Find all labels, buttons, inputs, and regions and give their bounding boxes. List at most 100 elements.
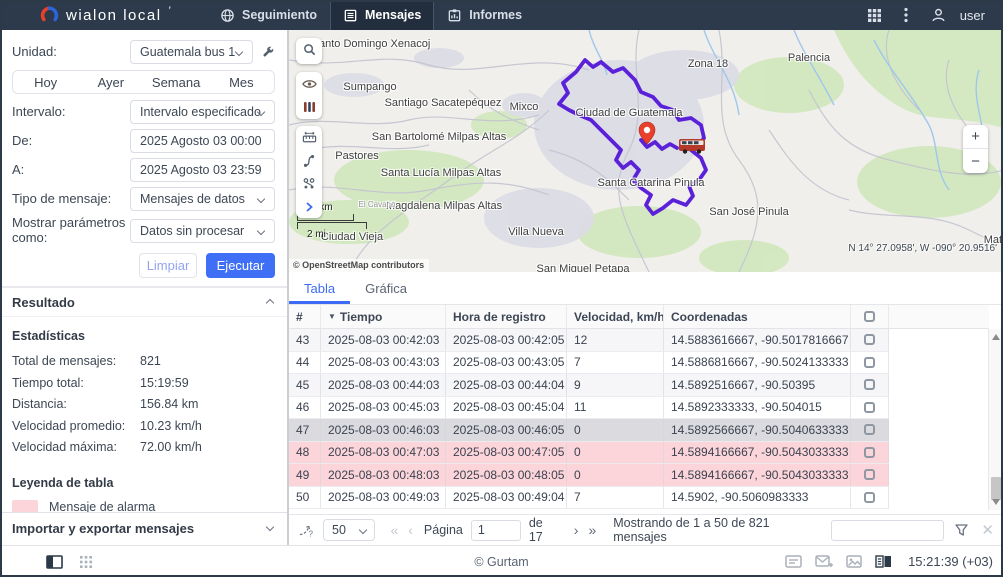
nav-tab-informes[interactable]: Informes [434, 0, 535, 30]
table-row[interactable]: 43 2025-08-03 00:42:03 2025-08-03 00:42:… [289, 329, 889, 352]
unit-select[interactable]: Guatemala bus 1 [130, 40, 253, 64]
result-section-header[interactable]: Resultado [0, 286, 287, 317]
params-value: Datos sin procesar [140, 224, 244, 238]
first-page-button[interactable]: « [385, 522, 403, 538]
nav-tab-seguimiento[interactable]: Seguimiento [207, 0, 330, 30]
split-view-icon[interactable] [875, 555, 892, 568]
collapse-panel-icon[interactable] [46, 555, 63, 569]
map-canvas[interactable]: Santo Domingo Xenacoj Zona 18 Palencia S… [288, 30, 1003, 272]
stat-row: Velocidad promedio: 10.23 km/h [12, 419, 275, 433]
map-place-label: Ciudad de Guatemala [575, 107, 682, 119]
from-datetime-input[interactable]: 2025 Agosto 03 00:00 [130, 129, 275, 153]
quick-range-button[interactable]: Mes [209, 71, 274, 93]
traffic-bars-icon[interactable] [296, 95, 322, 118]
media-image-icon[interactable] [846, 555, 862, 568]
cell-checkbox [851, 397, 889, 419]
clear-button[interactable]: Limpiar [139, 253, 197, 278]
quick-range-button[interactable]: Semana [144, 71, 209, 93]
cell-velocidad: 12 [567, 329, 664, 351]
close-icon[interactable]: ✕ [981, 521, 994, 539]
route-tool-icon[interactable] [296, 149, 322, 172]
table-row[interactable]: 50 2025-08-03 00:49:03 2025-08-03 00:49:… [289, 487, 889, 510]
row-checkbox[interactable] [864, 357, 875, 368]
prev-page-button[interactable]: ‹ [403, 522, 418, 538]
map-place-label: Santo Domingo Xenacoj [312, 38, 431, 50]
legend-title: Leyenda de tabla [12, 476, 275, 490]
filter-input[interactable] [831, 520, 944, 541]
nodes-tool-icon[interactable] [296, 172, 322, 195]
message-type-select[interactable]: Mensajes de datos [130, 187, 275, 211]
to-datetime-input[interactable]: 2025 Agosto 03 23:59 [130, 158, 275, 182]
chevron-up-icon [266, 298, 274, 306]
cursor-coordinates: N 14° 27.0958', W -090° 20.9516' [848, 243, 997, 254]
log-panel-icon[interactable] [785, 555, 802, 568]
kebab-menu-icon[interactable] [893, 0, 919, 30]
send-message-icon[interactable] [815, 555, 833, 568]
row-checkbox[interactable] [864, 492, 875, 503]
interval-select[interactable]: Intervalo especificado [130, 100, 275, 124]
table-row[interactable]: 46 2025-08-03 00:45:03 2025-08-03 00:45:… [289, 397, 889, 420]
scroll-down-arrow[interactable] [992, 499, 1000, 505]
cell-tiempo: 2025-08-03 00:43:03 [321, 352, 446, 374]
scroll-up-arrow[interactable] [992, 334, 1000, 340]
tab-tabla[interactable]: Tabla [289, 272, 350, 304]
select-all-checkbox[interactable] [864, 311, 875, 322]
table-row[interactable]: 47 2025-08-03 00:46:03 2025-08-03 00:46:… [289, 419, 889, 442]
col-num: # [289, 305, 321, 328]
cell-checkbox [851, 464, 889, 486]
table-scrollbar[interactable] [988, 329, 1003, 510]
table-row[interactable]: 49 2025-08-03 00:48:03 2025-08-03 00:48:… [289, 464, 889, 487]
filter-funnel-icon[interactable] [954, 523, 969, 537]
table-row[interactable]: 44 2025-08-03 00:43:03 2025-08-03 00:43:… [289, 352, 889, 375]
wialon-logo[interactable]: wialon local ’ [40, 6, 171, 25]
messages-icon [343, 8, 358, 23]
search-icon [296, 38, 322, 61]
map-zoom-control: + − [963, 125, 988, 173]
table-row[interactable]: 45 2025-08-03 00:44:03 2025-08-03 00:44:… [289, 374, 889, 397]
stat-value: 156.84 km [140, 397, 198, 411]
params-select[interactable]: Datos sin procesar [130, 219, 275, 243]
user-icon[interactable] [919, 0, 958, 30]
tab-grafica[interactable]: Gráfica [350, 272, 422, 304]
next-page-button[interactable]: › [569, 522, 584, 538]
table-header: # ▼Tiempo Hora de registro Velocidad, km… [289, 305, 989, 329]
scrollbar-thumb[interactable] [991, 477, 1001, 500]
row-checkbox[interactable] [864, 447, 875, 458]
user-name[interactable]: user [960, 8, 985, 23]
visibility-eye-icon[interactable] [296, 72, 322, 95]
stat-label: Distancia: [12, 397, 140, 411]
zoom-in-button[interactable]: + [963, 125, 988, 149]
grid-dots-icon[interactable] [79, 555, 93, 569]
topbar-right: user [856, 0, 989, 30]
row-checkbox[interactable] [864, 424, 875, 435]
map-search-control[interactable] [296, 38, 322, 64]
stat-row: Distancia: 156.84 km [12, 397, 275, 411]
nav-tab-mensajes[interactable]: Mensajes [330, 0, 434, 30]
page-input[interactable] [471, 520, 521, 541]
col-tiempo[interactable]: ▼Tiempo [321, 305, 446, 328]
wrench-icon[interactable] [261, 45, 275, 59]
table-legend: Leyenda de tabla Mensaje de alarma [0, 462, 287, 515]
quick-range-button[interactable]: Ayer [78, 71, 143, 93]
stat-value: 10.23 km/h [140, 419, 202, 433]
row-checkbox[interactable] [864, 379, 875, 390]
execute-button[interactable]: Ejecutar [206, 253, 275, 278]
zoom-out-button[interactable]: − [963, 149, 988, 173]
page-size-select[interactable]: 50 [323, 519, 375, 541]
ruler-icon[interactable] [296, 126, 322, 149]
apps-grid-icon[interactable] [856, 0, 893, 30]
row-checkbox[interactable] [864, 334, 875, 345]
cell-checkbox [851, 487, 889, 509]
map-place-label: Mixco [510, 101, 539, 113]
expand-tools-chevron-icon[interactable] [296, 195, 322, 218]
quick-range-button[interactable]: Hoy [13, 71, 78, 93]
last-page-button[interactable]: » [583, 522, 601, 538]
cell-hora-registro: 2025-08-03 00:43:05 [446, 352, 567, 374]
stat-value: 821 [140, 354, 161, 368]
unit-select-value: Guatemala bus 1 [140, 45, 235, 59]
goto-message-icon[interactable]: ? [298, 522, 314, 538]
import-export-section-header[interactable]: Importar y exportar mensajes [0, 512, 287, 545]
row-checkbox[interactable] [864, 402, 875, 413]
row-checkbox[interactable] [864, 469, 875, 480]
table-row[interactable]: 48 2025-08-03 00:47:03 2025-08-03 00:47:… [289, 442, 889, 465]
